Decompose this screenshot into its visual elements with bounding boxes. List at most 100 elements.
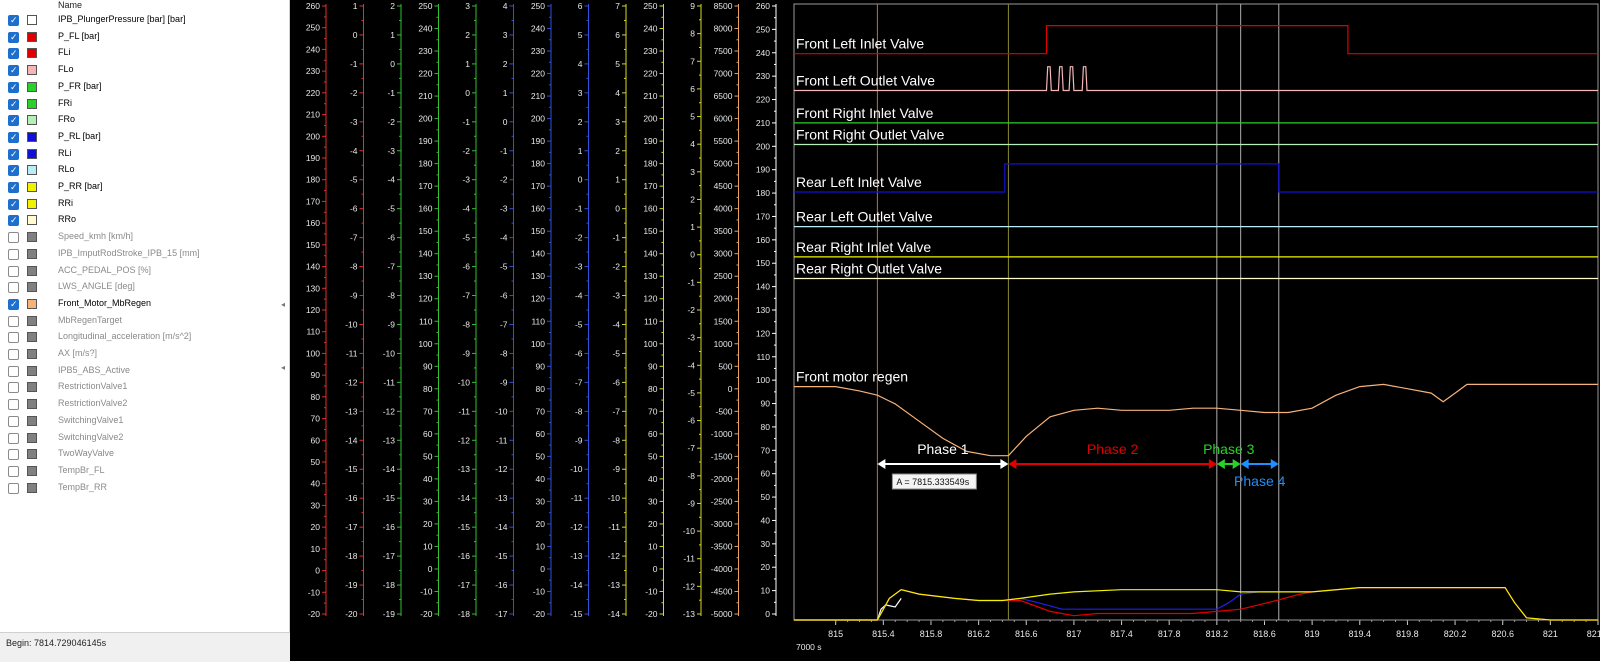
signal-row[interactable]: SwitchingValve1	[0, 413, 286, 429]
signal-row[interactable]: FLi	[0, 45, 286, 61]
signal-visibility-checkbox[interactable]	[8, 382, 19, 394]
signal-color-swatch[interactable]	[27, 332, 37, 343]
signal-color-swatch[interactable]	[27, 131, 37, 142]
signal-color-swatch[interactable]	[27, 399, 37, 410]
signal-visibility-checkbox[interactable]	[8, 449, 19, 461]
signal-color-swatch[interactable]	[27, 349, 37, 359]
value-axis-tick-label: 0	[315, 566, 320, 576]
name-column-header[interactable]: Name	[58, 0, 82, 10]
signal-row[interactable]: SwitchingValve2	[0, 430, 286, 446]
measurement-chart[interactable]: 2602502402302202102001901801701601501401…	[290, 0, 1600, 661]
signal-visibility-checkbox[interactable]	[8, 465, 19, 477]
value-axis-tick-label: 130	[306, 283, 320, 293]
signal-color-swatch[interactable]	[27, 148, 37, 159]
signal-color-swatch[interactable]	[27, 31, 37, 42]
signal-color-swatch[interactable]	[27, 482, 37, 493]
signal-color-swatch[interactable]	[27, 15, 37, 25]
signal-row[interactable]: P_FL [bar]	[0, 29, 286, 45]
signal-color-swatch[interactable]	[27, 465, 37, 476]
signal-row[interactable]: P_RL [bar]	[0, 129, 286, 145]
signal-color-swatch[interactable]	[27, 415, 37, 426]
signal-color-swatch[interactable]	[27, 432, 37, 443]
signal-row[interactable]: LWS_ANGLE [deg]	[0, 279, 286, 295]
phase-arrow-head-left	[877, 459, 886, 469]
signal-color-swatch[interactable]	[27, 282, 37, 293]
signal-color-swatch[interactable]	[27, 215, 37, 226]
signal-color-swatch[interactable]	[27, 382, 37, 393]
value-axis-tick-label: -13	[608, 580, 621, 590]
signal-row[interactable]: MbRegenTarget	[0, 313, 286, 329]
signal-visibility-checkbox[interactable]	[8, 399, 19, 411]
signal-visibility-checkbox[interactable]	[8, 198, 19, 210]
signal-color-swatch[interactable]	[27, 315, 37, 326]
signal-visibility-checkbox[interactable]	[8, 365, 19, 377]
signal-row[interactable]: IPB_PlungerPressure [bar] [bar]	[0, 12, 286, 28]
signal-color-swatch[interactable]	[27, 182, 37, 192]
signal-visibility-checkbox[interactable]	[8, 265, 19, 277]
signal-row[interactable]: TempBr_RR	[0, 480, 286, 496]
signal-row[interactable]: IPB_ImputRodStroke_IPB_15 [mm]	[0, 246, 286, 262]
signal-visibility-checkbox[interactable]	[8, 215, 19, 227]
signal-color-swatch[interactable]	[27, 48, 37, 59]
signal-color-swatch[interactable]	[27, 265, 37, 276]
signal-visibility-checkbox[interactable]	[8, 98, 19, 110]
signal-row[interactable]: Longitudinal_acceleration [m/s^2]	[0, 329, 286, 345]
signal-row[interactable]: RLo	[0, 162, 286, 178]
signal-row[interactable]: P_FR [bar]	[0, 79, 286, 95]
signal-visibility-checkbox[interactable]	[8, 232, 19, 244]
signal-visibility-checkbox[interactable]	[8, 48, 19, 60]
signal-visibility-checkbox[interactable]	[8, 315, 19, 327]
signal-visibility-checkbox[interactable]	[8, 148, 19, 160]
signal-row[interactable]: AX [m/s?]	[0, 346, 286, 362]
signal-visibility-checkbox[interactable]	[8, 332, 19, 344]
signal-color-swatch[interactable]	[27, 298, 37, 309]
signal-row[interactable]: FRi	[0, 96, 286, 112]
signal-visibility-checkbox[interactable]	[8, 15, 19, 26]
signal-row[interactable]: RestrictionValve1	[0, 379, 286, 395]
signal-row[interactable]: TempBr_FL	[0, 463, 286, 479]
signal-visibility-checkbox[interactable]	[8, 65, 19, 77]
signal-row[interactable]: RLi	[0, 146, 286, 162]
signal-color-swatch[interactable]	[27, 65, 37, 76]
value-axis-tick-label: -15	[570, 609, 583, 619]
signal-color-swatch[interactable]	[27, 81, 37, 92]
signal-visibility-checkbox[interactable]	[8, 349, 19, 360]
signal-row[interactable]: RestrictionValve2	[0, 396, 286, 412]
signal-color-swatch[interactable]	[27, 98, 37, 109]
signal-visibility-checkbox[interactable]	[8, 182, 19, 193]
value-axis-tick-label: 80	[536, 384, 546, 394]
signal-color-swatch[interactable]	[27, 232, 37, 243]
signal-row[interactable]: Front_Motor_MbRegen	[0, 296, 286, 312]
value-axis-tick-label: -10	[420, 586, 433, 596]
signal-visibility-checkbox[interactable]	[8, 282, 19, 294]
signal-visibility-checkbox[interactable]	[8, 115, 19, 127]
signal-row[interactable]: P_RR [bar]	[0, 179, 286, 195]
signal-row[interactable]: FLo	[0, 62, 286, 78]
signal-row[interactable]: TwoWayValve	[0, 446, 286, 462]
signal-visibility-checkbox[interactable]	[8, 81, 19, 93]
signal-visibility-checkbox[interactable]	[8, 248, 19, 260]
signal-visibility-checkbox[interactable]	[8, 432, 19, 444]
signal-color-swatch[interactable]	[27, 165, 37, 176]
signal-visibility-checkbox[interactable]	[8, 131, 19, 143]
panel-splitter[interactable]: ◂ ◂	[281, 300, 289, 372]
signal-visibility-checkbox[interactable]	[8, 298, 19, 310]
signal-visibility-checkbox[interactable]	[8, 165, 19, 177]
signal-color-swatch[interactable]	[27, 248, 37, 259]
signal-color-swatch[interactable]	[27, 449, 37, 460]
signal-row[interactable]: Speed_kmh [km/h]	[0, 229, 286, 245]
signal-visibility-checkbox[interactable]	[8, 31, 19, 43]
plot-area[interactable]: 260 250 240 230 220 210 200 190 180 170 160 150 140 1…	[290, 0, 1600, 661]
signal-row[interactable]: ACC_PEDAL_POS [%]	[0, 263, 286, 279]
signal-color-swatch[interactable]	[27, 365, 37, 376]
signal-row[interactable]: FRo	[0, 112, 286, 128]
signal-row[interactable]: IPB5_ABS_Active	[0, 363, 286, 379]
signal-row[interactable]: RRo	[0, 212, 286, 228]
signal-visibility-checkbox[interactable]	[8, 415, 19, 427]
signal-list-panel: Name IPB_PlungerPressure [bar] [bar] P_FL…	[0, 0, 290, 661]
signal-color-swatch[interactable]	[27, 198, 37, 209]
signal-row[interactable]: RRi	[0, 196, 286, 212]
signal-visibility-checkbox[interactable]	[8, 482, 19, 494]
value-axis-tick-label: 90	[423, 361, 433, 371]
signal-color-swatch[interactable]	[27, 115, 37, 126]
